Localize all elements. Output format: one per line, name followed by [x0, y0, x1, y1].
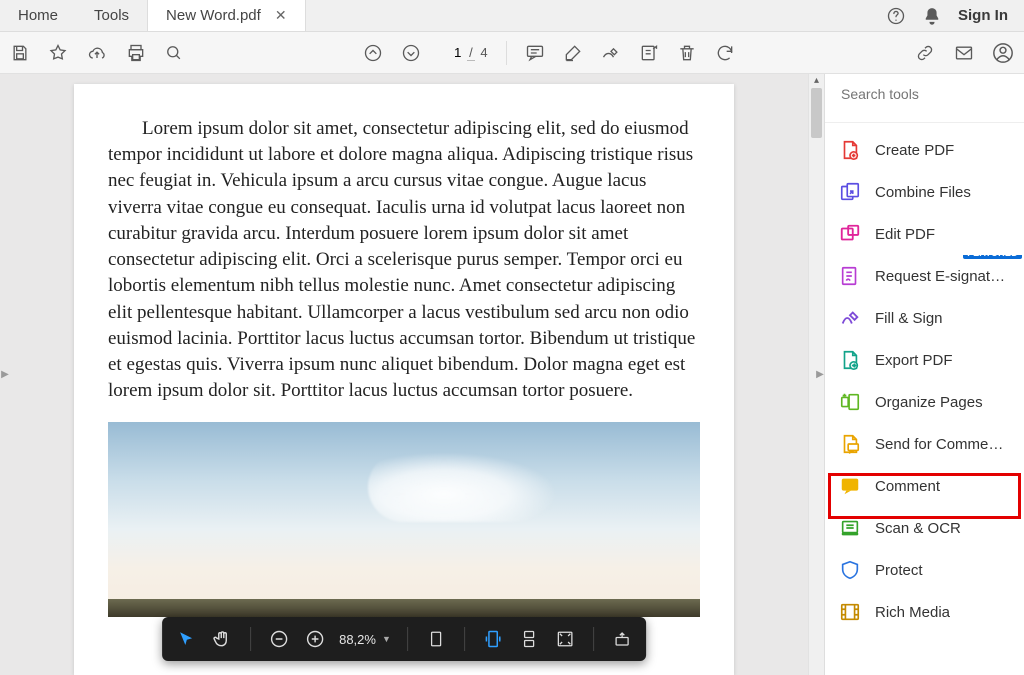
tool-combine-files[interactable]: Combine Files: [825, 171, 1024, 213]
fill-sign-icon: [839, 307, 861, 329]
tool-label: Send for Comme…: [875, 436, 1003, 453]
fullscreen-icon[interactable]: [553, 627, 577, 651]
zoom-dropdown-icon[interactable]: ▼: [382, 634, 391, 644]
tab-home[interactable]: Home: [0, 0, 76, 31]
zoom-in-icon[interactable]: [303, 627, 327, 651]
page-up-icon[interactable]: [363, 43, 383, 63]
send-comments-icon: [839, 433, 861, 455]
esign-icon: [839, 265, 861, 287]
tool-label: Combine Files: [875, 184, 971, 201]
tool-label: Edit PDF: [875, 226, 935, 243]
scan-ocr-icon: [839, 517, 861, 539]
sign-in-button[interactable]: Sign In: [958, 7, 1008, 24]
panel-search: [825, 74, 1024, 123]
document-image: [108, 422, 700, 617]
document-area: ▶ Lorem ipsum dolor sit amet, consectetu…: [0, 74, 808, 675]
tool-label: Request E-signatu…: [875, 268, 1010, 285]
organize-pages-icon: [839, 391, 861, 413]
main-toolbar: / 4: [0, 32, 1024, 74]
comment-icon[interactable]: [525, 43, 545, 63]
comment-tool-icon: [839, 475, 861, 497]
tool-organize-pages[interactable]: Organize Pages: [825, 381, 1024, 423]
zoom-icon[interactable]: [164, 43, 184, 63]
tool-request-esign[interactable]: FEATURED Request E-signatu…: [825, 255, 1024, 297]
read-mode-icon[interactable]: [610, 627, 634, 651]
tool-comment[interactable]: Comment: [825, 465, 1024, 507]
rich-media-icon: [839, 601, 861, 623]
scroll-up-arrow-icon[interactable]: ▴: [809, 74, 824, 88]
create-pdf-icon: [839, 139, 861, 161]
tab-bar: Home Tools New Word.pdf ✕ Sign In: [0, 0, 1024, 32]
tool-send-comments[interactable]: Send for Comme…: [825, 423, 1024, 465]
tool-label: Protect: [875, 562, 923, 579]
stamp-icon[interactable]: [639, 43, 659, 63]
hand-pan-icon[interactable]: [210, 627, 234, 651]
tab-document-title: New Word.pdf: [166, 7, 261, 24]
tool-label: Comment: [875, 478, 940, 495]
export-pdf-icon: [839, 349, 861, 371]
zoom-out-icon[interactable]: [267, 627, 291, 651]
cloud-upload-icon[interactable]: [86, 43, 108, 63]
tool-label: Rich Media: [875, 604, 950, 621]
main-area: ▶ Lorem ipsum dolor sit amet, consectetu…: [0, 74, 1024, 675]
tool-label: Organize Pages: [875, 394, 983, 411]
rotate-icon[interactable]: [715, 43, 735, 63]
tool-edit-pdf[interactable]: Edit PDF: [825, 213, 1024, 255]
collapse-panel-handle[interactable]: ▶: [815, 360, 825, 390]
page-down-icon[interactable]: [401, 43, 421, 63]
page-indicator: / 4: [439, 45, 487, 60]
account-icon[interactable]: [992, 42, 1014, 64]
tab-home-label: Home: [18, 7, 58, 24]
print-icon[interactable]: [126, 43, 146, 63]
tool-label: Fill & Sign: [875, 310, 943, 327]
page-sep: /: [467, 45, 475, 61]
highlight-icon[interactable]: [563, 43, 583, 63]
page-number-input[interactable]: [439, 45, 461, 60]
featured-badge: FEATURED: [963, 255, 1022, 259]
notifications-icon[interactable]: [922, 6, 942, 26]
tool-label: Create PDF: [875, 142, 954, 159]
tool-fill-sign[interactable]: Fill & Sign: [825, 297, 1024, 339]
edit-pdf-icon: [839, 223, 861, 245]
tab-tools[interactable]: Tools: [76, 0, 147, 31]
save-icon[interactable]: [10, 43, 30, 63]
zoom-level[interactable]: 88,2% ▼: [339, 632, 391, 647]
mail-icon[interactable]: [954, 43, 974, 63]
page-view: Lorem ipsum dolor sit amet, consectetur …: [74, 84, 734, 675]
tool-label: Export PDF: [875, 352, 953, 369]
tools-list: Create PDF Combine Files Edit PDF FEATUR…: [825, 123, 1024, 633]
tool-export-pdf[interactable]: Export PDF: [825, 339, 1024, 381]
link-icon[interactable]: [914, 43, 936, 63]
tool-protect[interactable]: Protect: [825, 549, 1024, 591]
document-paragraph: Lorem ipsum dolor sit amet, consectetur …: [108, 116, 700, 404]
tool-create-pdf[interactable]: Create PDF: [825, 129, 1024, 171]
close-tab-icon[interactable]: ✕: [275, 7, 287, 24]
tool-rich-media[interactable]: Rich Media: [825, 591, 1024, 633]
help-icon[interactable]: [886, 6, 906, 26]
search-tools-input[interactable]: [841, 86, 1008, 102]
selection-arrow-icon[interactable]: [174, 627, 198, 651]
star-icon[interactable]: [48, 43, 68, 63]
expand-left-handle[interactable]: ▶: [0, 360, 10, 390]
scrollbar-thumb[interactable]: [811, 88, 822, 138]
tab-tools-label: Tools: [94, 7, 129, 24]
tool-scan-ocr[interactable]: Scan & OCR: [825, 507, 1024, 549]
floating-view-toolbar: 88,2% ▼: [162, 617, 646, 661]
tool-label: Scan & OCR: [875, 520, 961, 537]
zoom-value: 88,2%: [339, 632, 376, 647]
protect-icon: [839, 559, 861, 581]
tools-side-panel: ▶ Create PDF Combine Files Edit PDF FEAT…: [824, 74, 1024, 675]
tab-document[interactable]: New Word.pdf ✕: [147, 0, 306, 31]
combine-files-icon: [839, 181, 861, 203]
delete-icon[interactable]: [677, 43, 697, 63]
page-total: 4: [480, 45, 487, 60]
page-scroll-icon[interactable]: [517, 627, 541, 651]
draw-icon[interactable]: [601, 43, 621, 63]
fit-width-icon[interactable]: [481, 627, 505, 651]
fit-page-icon[interactable]: [424, 627, 448, 651]
